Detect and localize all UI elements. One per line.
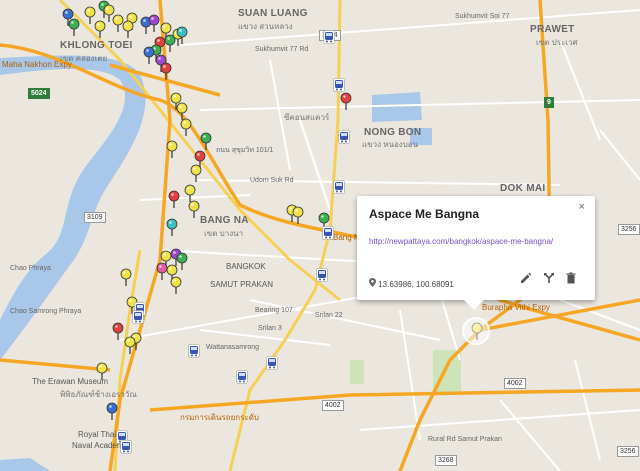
label-samut-prakan: SAMUT PRAKAN [210, 280, 273, 289]
bus-stop-icon[interactable] [333, 180, 345, 194]
map-pin-icon[interactable] [96, 362, 108, 380]
label-sukhumvit-soi: Sukhumvit Soi 77 [455, 13, 510, 20]
road-shield: 3109 [84, 212, 106, 223]
map-pin-icon[interactable] [94, 20, 106, 38]
road-shield: 9 [544, 97, 554, 108]
map-pin-icon[interactable] [143, 46, 155, 64]
map-pin-icon[interactable] [120, 268, 132, 286]
map-pin-icon[interactable] [200, 132, 212, 150]
bus-stop-icon[interactable] [338, 130, 350, 144]
close-icon[interactable]: × [579, 201, 585, 213]
map-pin-icon[interactable] [166, 140, 178, 158]
label-chao-phraya: Chao Phraya [10, 265, 51, 272]
label-wattanasamrong: Wattanasamrong [206, 344, 260, 351]
map-pin-icon[interactable] [168, 190, 180, 208]
label-bangkok: BANGKOK [226, 262, 266, 271]
info-window-tools [514, 271, 577, 289]
trash-icon[interactable] [565, 271, 577, 284]
map-pin-icon[interactable] [166, 218, 178, 236]
map-pin-icon[interactable] [124, 336, 136, 354]
bus-stop-icon[interactable] [323, 30, 335, 44]
map-pin-icon[interactable] [180, 118, 192, 136]
map-canvas[interactable]: SUAN LUANG แขวง สวนหลวง Sukhumvit Soi 77… [0, 0, 640, 471]
map-pin-icon[interactable] [188, 200, 200, 218]
lake [372, 92, 422, 122]
selected-marker-ring [462, 317, 490, 345]
info-window-coords: 13.63986, 100.68091 [369, 278, 454, 289]
road-shield: 4002 [504, 378, 526, 389]
map-pin-icon[interactable] [176, 26, 188, 44]
label-prawet-th: เขต ประเวศ [536, 38, 578, 47]
map-pin-icon[interactable] [340, 92, 352, 110]
label-srilan3: Srilan 3 [258, 325, 282, 332]
coords-text: 13.63986, 100.68091 [378, 280, 454, 289]
label-maha-nakhon: Maha Nakhon Expy [2, 60, 72, 69]
label-seacon: ซีคอนสแควร์ [284, 113, 330, 122]
bus-stop-icon[interactable] [236, 370, 248, 384]
bus-stop-icon[interactable] [188, 344, 200, 358]
label-srilan22: Srilan 22 [315, 312, 343, 319]
road-shield: 3268 [435, 455, 457, 466]
label-bearing: Bearing 107 [255, 307, 293, 314]
location-pin-icon [369, 278, 378, 289]
label-royal-thai: Royal Thai [78, 430, 117, 439]
label-th-south: กรมการเดินรถยกระดับ [180, 413, 259, 422]
map-pin-icon[interactable] [68, 18, 80, 36]
label-nong-bon-th: แขวง หนองบอน [362, 140, 419, 149]
label-udom-suk: Udom Suk Rd [250, 177, 294, 184]
road-shield: 3256 [618, 224, 640, 235]
road-shield: 5024 [28, 88, 50, 99]
map-pin-icon[interactable] [122, 20, 134, 38]
road-shield: 3256 [617, 446, 639, 457]
info-window-link[interactable]: http://newpattaya.com/bangkok/aspace-me-… [369, 235, 569, 248]
info-window-title: Aspace Me Bangna [369, 207, 480, 221]
map-pin-icon[interactable] [292, 206, 304, 224]
map-pin-icon[interactable] [160, 62, 172, 80]
label-khlong-toei: KHLONG TOEI [60, 40, 133, 51]
bus-stop-icon[interactable] [333, 78, 345, 92]
info-window: Aspace Me Bangna × http://newpattaya.com… [357, 196, 595, 310]
bus-stop-icon[interactable] [322, 226, 334, 240]
label-bang-na: BANG NA [200, 215, 249, 226]
label-prawet: PRAWET [530, 24, 575, 35]
style-icon[interactable] [543, 271, 555, 283]
label-burapha: Burapha Vithi Expy [482, 303, 550, 312]
label-nong-bon: NONG BON [364, 127, 422, 138]
bus-stop-icon[interactable] [120, 440, 132, 454]
bus-stop-icon[interactable] [266, 356, 278, 370]
label-erawan-th: พิพิธภัณฑ์ช้างเอราวัณ [60, 390, 137, 399]
map-pin-icon[interactable] [170, 276, 182, 294]
bus-stop-icon[interactable] [132, 310, 144, 324]
pencil-icon[interactable] [520, 271, 532, 283]
label-sukhumvit-101: ถนน สุขุมวิท 101/1 [216, 147, 274, 154]
label-suan-luang: SUAN LUANG [238, 8, 308, 19]
river-south [0, 458, 50, 471]
info-window-tail [464, 300, 484, 310]
label-bang-na-th: เขต บางนา [204, 229, 244, 238]
map-pin-icon[interactable] [190, 164, 202, 182]
map-pin-icon[interactable] [148, 14, 160, 32]
park-2 [350, 360, 364, 384]
map-pin-icon[interactable] [112, 322, 124, 340]
label-rural-rd: Rural Rd Samut Prakan [428, 436, 502, 443]
map-pin-icon[interactable] [106, 402, 118, 420]
label-suan-luang-th: แขวง สวนหลวง [238, 22, 293, 31]
label-chao-samrong: Chao Samrong Phraya [10, 308, 82, 315]
label-dok-mai: DOK MAI [500, 183, 546, 194]
label-sukhumvit-77: Sukhumvit 77 Rd [255, 46, 309, 53]
road-shield: 4002 [322, 400, 344, 411]
bus-stop-icon[interactable] [316, 268, 328, 282]
